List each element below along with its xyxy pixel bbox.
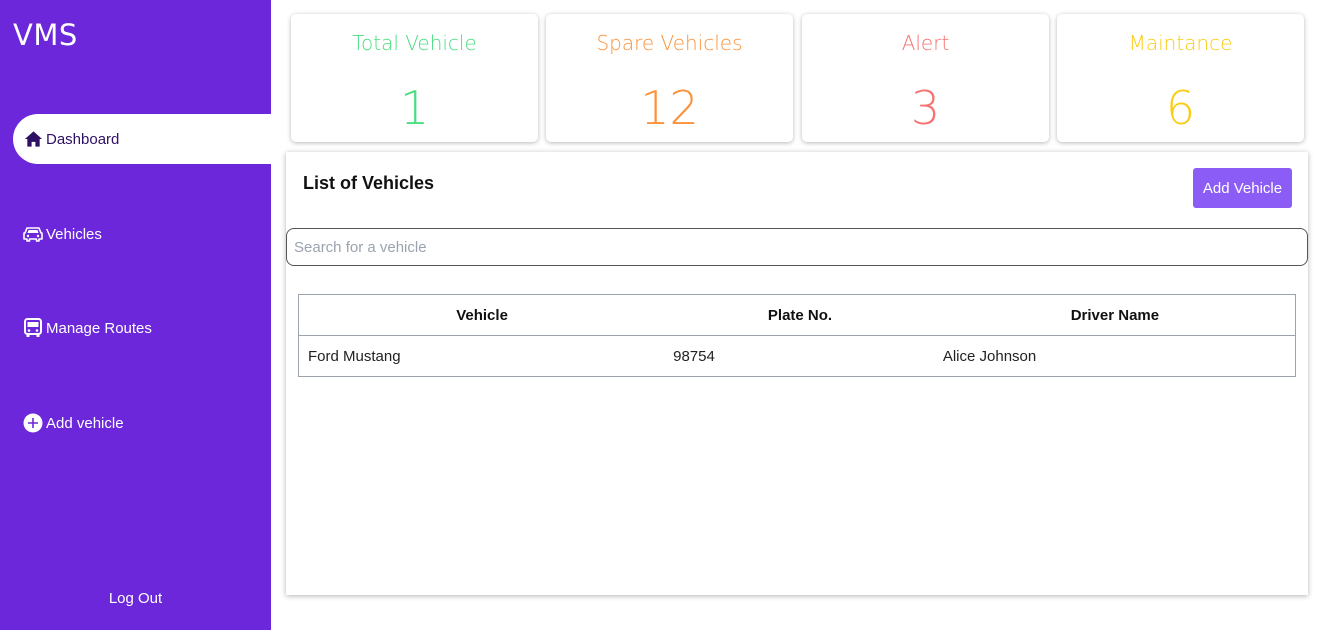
cell-driver: Alice Johnson (934, 335, 1296, 377)
cell-vehicle: Ford Mustang (298, 335, 666, 377)
sidebar-item-add-vehicle[interactable]: Add vehicle (13, 398, 271, 448)
home-icon (23, 129, 43, 149)
stat-title: Total Vehicle (352, 31, 477, 55)
stat-card-total-vehicle: Total Vehicle 1 (291, 14, 538, 142)
logout-button[interactable]: Log Out (0, 590, 271, 607)
column-header-plate[interactable]: Plate No. (665, 294, 935, 336)
sidebar-item-label: Vehicles (46, 225, 102, 243)
cell-plate: 98754 (665, 335, 935, 377)
add-vehicle-button[interactable]: Add Vehicle (1193, 168, 1292, 208)
stat-card-maintance: Maintance 6 (1057, 14, 1304, 142)
stat-value: 3 (910, 81, 941, 135)
column-header-vehicle[interactable]: Vehicle (298, 294, 666, 336)
car-icon (23, 224, 43, 244)
stat-card-alert: Alert 3 (802, 14, 1049, 142)
sidebar: VMS Dashboard Vehicles Manage Routes Add… (0, 0, 271, 630)
table-header-row: Vehicle Plate No. Driver Name (298, 294, 1296, 336)
stat-value: 6 (1165, 81, 1196, 135)
stat-title: Alert (901, 31, 950, 55)
sidebar-item-dashboard[interactable]: Dashboard (13, 114, 271, 164)
table-row[interactable]: Ford Mustang 98754 Alice Johnson (298, 335, 1296, 377)
sidebar-item-manage-routes[interactable]: Manage Routes (13, 303, 271, 353)
sidebar-item-label: Add vehicle (46, 414, 124, 432)
stat-title: Spare Vehicles (596, 31, 743, 55)
sidebar-item-vehicles[interactable]: Vehicles (13, 209, 271, 259)
vehicles-table: Vehicle Plate No. Driver Name Ford Musta… (298, 294, 1296, 377)
vehicles-panel: List of Vehicles Add Vehicle Vehicle Pla… (286, 152, 1308, 595)
column-header-driver[interactable]: Driver Name (934, 294, 1296, 336)
stat-value: 12 (640, 81, 699, 135)
stat-value: 1 (399, 81, 430, 135)
panel-title: List of Vehicles (303, 173, 435, 193)
stat-title: Maintance (1128, 31, 1233, 55)
stat-card-spare-vehicles: Spare Vehicles 12 (546, 14, 793, 142)
app-brand: VMS (13, 18, 78, 52)
vehicle-search-input[interactable] (286, 228, 1308, 266)
sidebar-item-label: Manage Routes (46, 319, 152, 337)
sidebar-item-label: Dashboard (46, 130, 120, 148)
bus-icon (23, 318, 43, 338)
plus-circle-icon (23, 413, 43, 433)
